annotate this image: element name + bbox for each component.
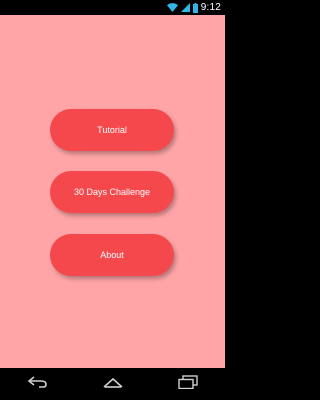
main-screen: Tutorial 30 Days Challenge About [0, 15, 225, 368]
wifi-icon [166, 3, 178, 12]
signal-icon [180, 3, 190, 12]
back-button[interactable] [18, 372, 58, 396]
home-icon [102, 375, 124, 393]
about-button[interactable]: About [50, 234, 174, 276]
home-button[interactable] [93, 372, 133, 396]
battery-icon [192, 2, 198, 13]
status-time: 9:12 [200, 2, 221, 13]
back-icon [27, 375, 49, 393]
recent-apps-button[interactable] [168, 372, 208, 396]
recent-apps-icon [177, 374, 199, 394]
30-days-challenge-button[interactable]: 30 Days Challenge [50, 171, 174, 213]
tutorial-button[interactable]: Tutorial [50, 109, 174, 151]
navigation-bar [0, 368, 225, 400]
status-bar: 9:12 [0, 0, 225, 15]
